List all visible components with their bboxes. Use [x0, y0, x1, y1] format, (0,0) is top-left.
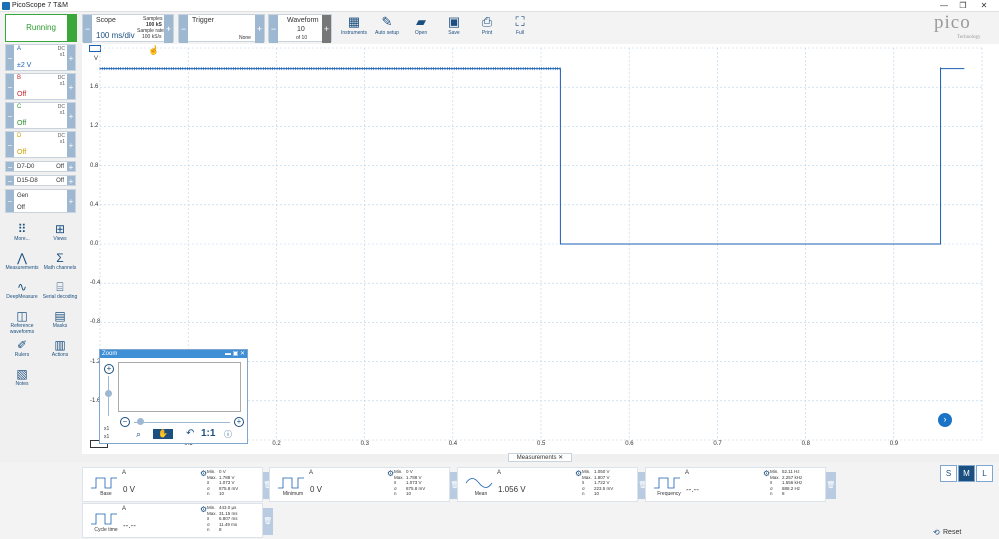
zoom-close-icon[interactable]: ▬ ▣ ✕ — [225, 350, 245, 358]
zoom-preview[interactable] — [118, 362, 241, 412]
zoom-pan-hand-icon[interactable]: ✋ — [153, 429, 173, 439]
scope-plot[interactable] — [0, 0, 999, 539]
trace-channel-a — [100, 68, 965, 245]
zoom-vertical-handle[interactable] — [105, 390, 112, 397]
zoom-y-factor: x1 — [104, 434, 110, 440]
zoom-magnifier-icon[interactable]: ⌕ — [136, 429, 141, 440]
zoom-info-icon[interactable]: ⓘ — [224, 429, 232, 440]
zoom-header[interactable]: Zoom ▬ ▣ ✕ — [100, 350, 247, 358]
zoom-ratio[interactable]: 1:1 — [201, 428, 215, 439]
zoom-x-factor: x1 — [104, 426, 110, 432]
zoom-horizontal-handle[interactable] — [137, 418, 144, 425]
zoom-in-horizontal-button[interactable]: + — [234, 417, 244, 427]
zoom-title: Zoom — [102, 351, 118, 357]
zoom-horizontal-slider[interactable] — [134, 422, 230, 423]
zoom-out-button[interactable]: − — [120, 417, 130, 427]
zoom-window[interactable]: Zoom ▬ ▣ ✕ + − + ⌕ ✋ ↶ 1:1 ⓘ x1 x1 — [99, 349, 248, 444]
zoom-undo-icon[interactable]: ↶ — [186, 428, 194, 439]
zoom-in-button[interactable]: + — [104, 364, 114, 374]
plot-traces — [99, 66, 965, 245]
